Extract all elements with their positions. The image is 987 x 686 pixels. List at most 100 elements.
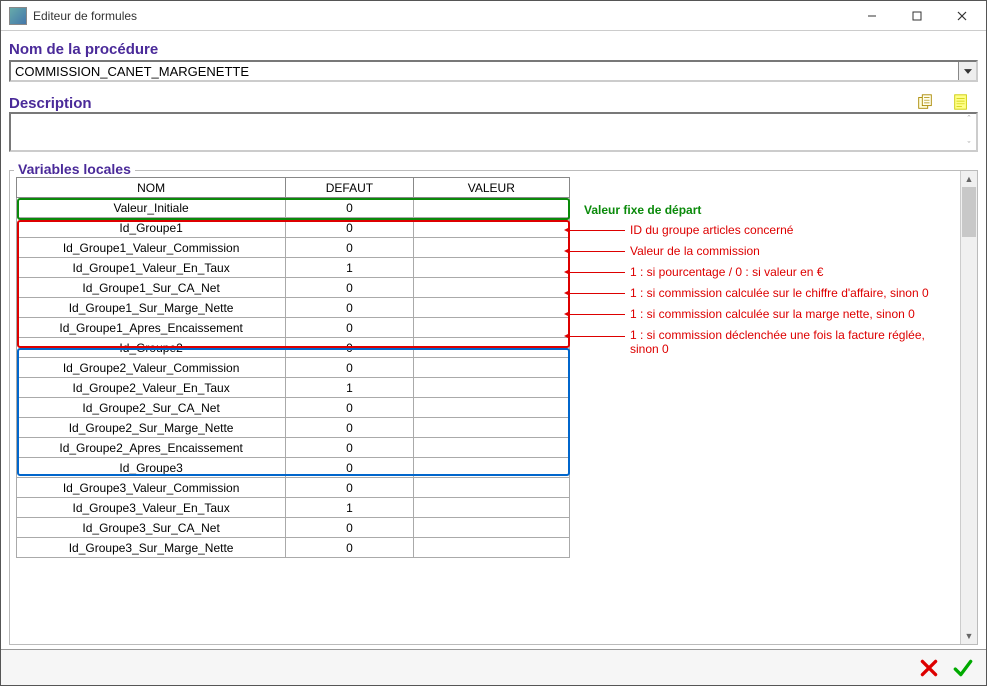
cell-value[interactable] — [413, 318, 569, 338]
cell-name[interactable]: Id_Groupe3_Valeur_Commission — [17, 478, 286, 498]
table-row[interactable]: Id_Groupe2_Sur_CA_Net0 — [17, 398, 570, 418]
cell-default[interactable]: 1 — [286, 498, 413, 518]
procedure-name-label: Nom de la procédure — [9, 41, 978, 58]
note-icon[interactable] — [950, 92, 972, 112]
cell-value[interactable] — [413, 538, 569, 558]
table-row[interactable]: Id_Groupe2_Sur_Marge_Nette0 — [17, 418, 570, 438]
cell-name[interactable]: Id_Groupe1_Sur_CA_Net — [17, 278, 286, 298]
procedure-name-combo[interactable] — [9, 60, 978, 82]
annotation-1: ID du groupe articles concerné — [630, 223, 793, 237]
table-row[interactable]: Id_Groupe3_Sur_CA_Net0 — [17, 518, 570, 538]
cell-value[interactable] — [413, 378, 569, 398]
cell-default[interactable]: 0 — [286, 218, 413, 238]
annotation-5: 1 : si commission calculée sur la marge … — [630, 307, 915, 321]
cell-value[interactable] — [413, 218, 569, 238]
cell-name[interactable]: Id_Groupe3_Sur_CA_Net — [17, 518, 286, 538]
table-row[interactable]: Id_Groupe10 — [17, 218, 570, 238]
cell-value[interactable] — [413, 238, 569, 258]
table-row[interactable]: Id_Groupe3_Valeur_Commission0 — [17, 478, 570, 498]
cell-name[interactable]: Id_Groupe2_Apres_Encaissement — [17, 438, 286, 458]
close-button[interactable] — [939, 2, 984, 30]
cell-default[interactable]: 0 — [286, 458, 413, 478]
cell-name[interactable]: Id_Groupe3_Sur_Marge_Nette — [17, 538, 286, 558]
cell-default[interactable]: 1 — [286, 258, 413, 278]
cell-value[interactable] — [413, 458, 569, 478]
table-row[interactable]: Id_Groupe3_Sur_Marge_Nette0 — [17, 538, 570, 558]
copy-icon[interactable] — [914, 92, 936, 112]
maximize-button[interactable] — [894, 2, 939, 30]
cell-name[interactable]: Id_Groupe1 — [17, 218, 286, 238]
cell-value[interactable] — [413, 478, 569, 498]
minimize-button[interactable] — [849, 2, 894, 30]
cell-name[interactable]: Id_Groupe2_Valeur_En_Taux — [17, 378, 286, 398]
cell-value[interactable] — [413, 518, 569, 538]
grid-scrollbar[interactable]: ▲ ▼ — [960, 171, 977, 644]
cell-default[interactable]: 0 — [286, 538, 413, 558]
cell-default[interactable]: 1 — [286, 378, 413, 398]
table-row[interactable]: Id_Groupe3_Valeur_En_Taux1 — [17, 498, 570, 518]
cell-default[interactable]: 0 — [286, 518, 413, 538]
cell-value[interactable] — [413, 278, 569, 298]
cell-name[interactable]: Valeur_Initiale — [17, 198, 286, 218]
scroll-up-icon[interactable]: ▲ — [961, 171, 977, 187]
table-row[interactable]: Valeur_Initiale0 — [17, 198, 570, 218]
cell-default[interactable]: 0 — [286, 298, 413, 318]
cell-default[interactable]: 0 — [286, 238, 413, 258]
table-row[interactable]: Id_Groupe2_Apres_Encaissement0 — [17, 438, 570, 458]
cell-name[interactable]: Id_Groupe2_Sur_CA_Net — [17, 398, 286, 418]
description-input[interactable]: ˆ ˇ — [9, 112, 978, 152]
variables-grid[interactable]: NOM DEFAUT VALEUR Valeur_Initiale0Id_Gro… — [16, 177, 570, 558]
cell-default[interactable]: 0 — [286, 198, 413, 218]
table-row[interactable]: Id_Groupe2_Valeur_Commission0 — [17, 358, 570, 378]
cell-value[interactable] — [413, 198, 569, 218]
cell-default[interactable]: 0 — [286, 278, 413, 298]
cell-value[interactable] — [413, 418, 569, 438]
cell-value[interactable] — [413, 438, 569, 458]
cell-default[interactable]: 0 — [286, 478, 413, 498]
cell-value[interactable] — [413, 358, 569, 378]
table-row[interactable]: Id_Groupe1_Valeur_Commission0 — [17, 238, 570, 258]
cell-default[interactable]: 0 — [286, 398, 413, 418]
cell-default[interactable]: 0 — [286, 418, 413, 438]
col-header-default[interactable]: DEFAUT — [286, 178, 413, 198]
cell-name[interactable]: Id_Groupe1_Valeur_En_Taux — [17, 258, 286, 278]
procedure-name-input[interactable] — [11, 62, 958, 80]
table-row[interactable]: Id_Groupe30 — [17, 458, 570, 478]
col-header-value[interactable]: VALEUR — [413, 178, 569, 198]
table-row[interactable]: Id_Groupe1_Apres_Encaissement0 — [17, 318, 570, 338]
annotation-4: 1 : si commission calculée sur le chiffr… — [630, 286, 929, 300]
cell-name[interactable]: Id_Groupe2 — [17, 338, 286, 358]
cell-default[interactable]: 0 — [286, 438, 413, 458]
cell-value[interactable] — [413, 298, 569, 318]
scroll-down-icon[interactable]: ▼ — [961, 628, 977, 644]
ok-button[interactable] — [950, 655, 976, 681]
scroll-up-icon[interactable]: ˆ — [968, 114, 971, 124]
cell-name[interactable]: Id_Groupe2_Valeur_Commission — [17, 358, 286, 378]
arrow-line — [570, 272, 625, 273]
cell-value[interactable] — [413, 498, 569, 518]
table-row[interactable]: Id_Groupe1_Sur_Marge_Nette0 — [17, 298, 570, 318]
table-row[interactable]: Id_Groupe1_Sur_CA_Net0 — [17, 278, 570, 298]
table-row[interactable]: Id_Groupe20 — [17, 338, 570, 358]
cell-default[interactable]: 0 — [286, 318, 413, 338]
description-scroll[interactable]: ˆ ˇ — [962, 114, 976, 150]
cancel-button[interactable] — [916, 655, 942, 681]
scroll-down-icon[interactable]: ˇ — [968, 140, 971, 150]
titlebar: Editeur de formules — [1, 1, 986, 31]
cell-name[interactable]: Id_Groupe3_Valeur_En_Taux — [17, 498, 286, 518]
dropdown-button[interactable] — [958, 62, 976, 80]
cell-name[interactable]: Id_Groupe3 — [17, 458, 286, 478]
table-row[interactable]: Id_Groupe1_Valeur_En_Taux1 — [17, 258, 570, 278]
cell-name[interactable]: Id_Groupe2_Sur_Marge_Nette — [17, 418, 286, 438]
cell-value[interactable] — [413, 338, 569, 358]
cell-value[interactable] — [413, 398, 569, 418]
scroll-thumb[interactable] — [962, 187, 976, 237]
cell-name[interactable]: Id_Groupe1_Sur_Marge_Nette — [17, 298, 286, 318]
cell-name[interactable]: Id_Groupe1_Apres_Encaissement — [17, 318, 286, 338]
cell-name[interactable]: Id_Groupe1_Valeur_Commission — [17, 238, 286, 258]
cell-default[interactable]: 0 — [286, 338, 413, 358]
cell-default[interactable]: 0 — [286, 358, 413, 378]
table-row[interactable]: Id_Groupe2_Valeur_En_Taux1 — [17, 378, 570, 398]
col-header-name[interactable]: NOM — [17, 178, 286, 198]
cell-value[interactable] — [413, 258, 569, 278]
